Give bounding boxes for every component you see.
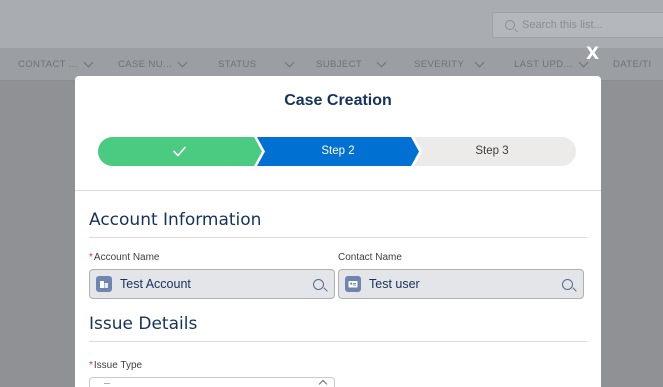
step-1-complete[interactable]	[98, 137, 262, 166]
step-2-label: Step 2	[321, 145, 355, 157]
issue-type-select[interactable]	[89, 377, 335, 387]
modal-close-button[interactable]: X	[586, 44, 599, 64]
column-header-status[interactable]: STATUS	[206, 57, 304, 70]
account-fields-row: *Account Name Test Account Contact Name …	[89, 252, 587, 299]
column-header-subject[interactable]: SUBJECT	[304, 57, 402, 70]
column-label: CASE NU...	[118, 58, 173, 70]
modal-title: Case Creation	[284, 92, 392, 109]
list-search-placeholder: Search this list...	[522, 19, 603, 31]
contact-name-field: Contact Name Test user	[338, 252, 587, 299]
step-path: Step 2 Step 3	[98, 137, 576, 166]
column-label: SUBJECT	[316, 58, 363, 70]
account-name-label-text: Account Name	[93, 252, 160, 263]
chevron-down-icon	[83, 57, 94, 68]
list-view-header: Search this list...	[0, 0, 663, 48]
search-icon	[505, 20, 515, 30]
chevron-down-icon	[177, 57, 188, 68]
account-icon	[96, 276, 112, 292]
modal-header: Case Creation Step 2 Step 3	[75, 76, 601, 191]
search-icon[interactable]	[562, 278, 573, 290]
account-information-heading: Account Information	[89, 191, 587, 238]
column-header-severity[interactable]: SEVERITY	[402, 57, 502, 70]
chevron-down-icon	[285, 57, 295, 68]
select-placeholder-dash	[104, 383, 110, 384]
account-name-field: *Account Name Test Account	[89, 252, 338, 299]
list-search-input[interactable]: Search this list...	[492, 12, 663, 38]
issue-type-label-text: Issue Type	[93, 360, 143, 371]
case-creation-modal: Case Creation Step 2 Step 3 Account Info…	[75, 76, 601, 387]
step-3-label: Step 3	[475, 145, 509, 157]
contact-name-value: Test user	[369, 277, 420, 291]
chevron-down-icon	[474, 57, 485, 68]
issue-type-label: *Issue Type	[89, 360, 587, 372]
issue-details-heading: Issue Details	[89, 299, 587, 342]
account-name-lookup[interactable]: Test Account	[89, 269, 335, 299]
column-label: STATUS	[218, 58, 257, 70]
account-name-label: *Account Name	[89, 252, 338, 264]
column-header-date-time[interactable]: DATE/TI	[601, 59, 663, 70]
contact-icon	[345, 276, 361, 292]
column-label: SEVERITY	[414, 58, 465, 70]
column-label: CONTACT ...	[18, 58, 78, 70]
column-label: DATE/TI	[613, 58, 652, 70]
column-header-contact[interactable]: CONTACT ...	[0, 57, 106, 70]
column-label: LAST UPD...	[514, 58, 573, 70]
modal-body: Account Information *Account Name Test A…	[75, 191, 601, 387]
required-marker: *	[89, 252, 93, 263]
chevron-up-icon	[318, 379, 328, 387]
issue-type-field: *Issue Type	[89, 360, 587, 387]
column-header-case-number[interactable]: CASE NU...	[106, 57, 206, 70]
required-marker: *	[89, 360, 93, 371]
search-icon[interactable]	[313, 278, 324, 290]
account-name-value: Test Account	[120, 277, 191, 291]
contact-name-label: Contact Name	[338, 252, 402, 263]
chevron-down-icon	[376, 57, 387, 68]
contact-name-lookup[interactable]: Test user	[338, 269, 584, 299]
